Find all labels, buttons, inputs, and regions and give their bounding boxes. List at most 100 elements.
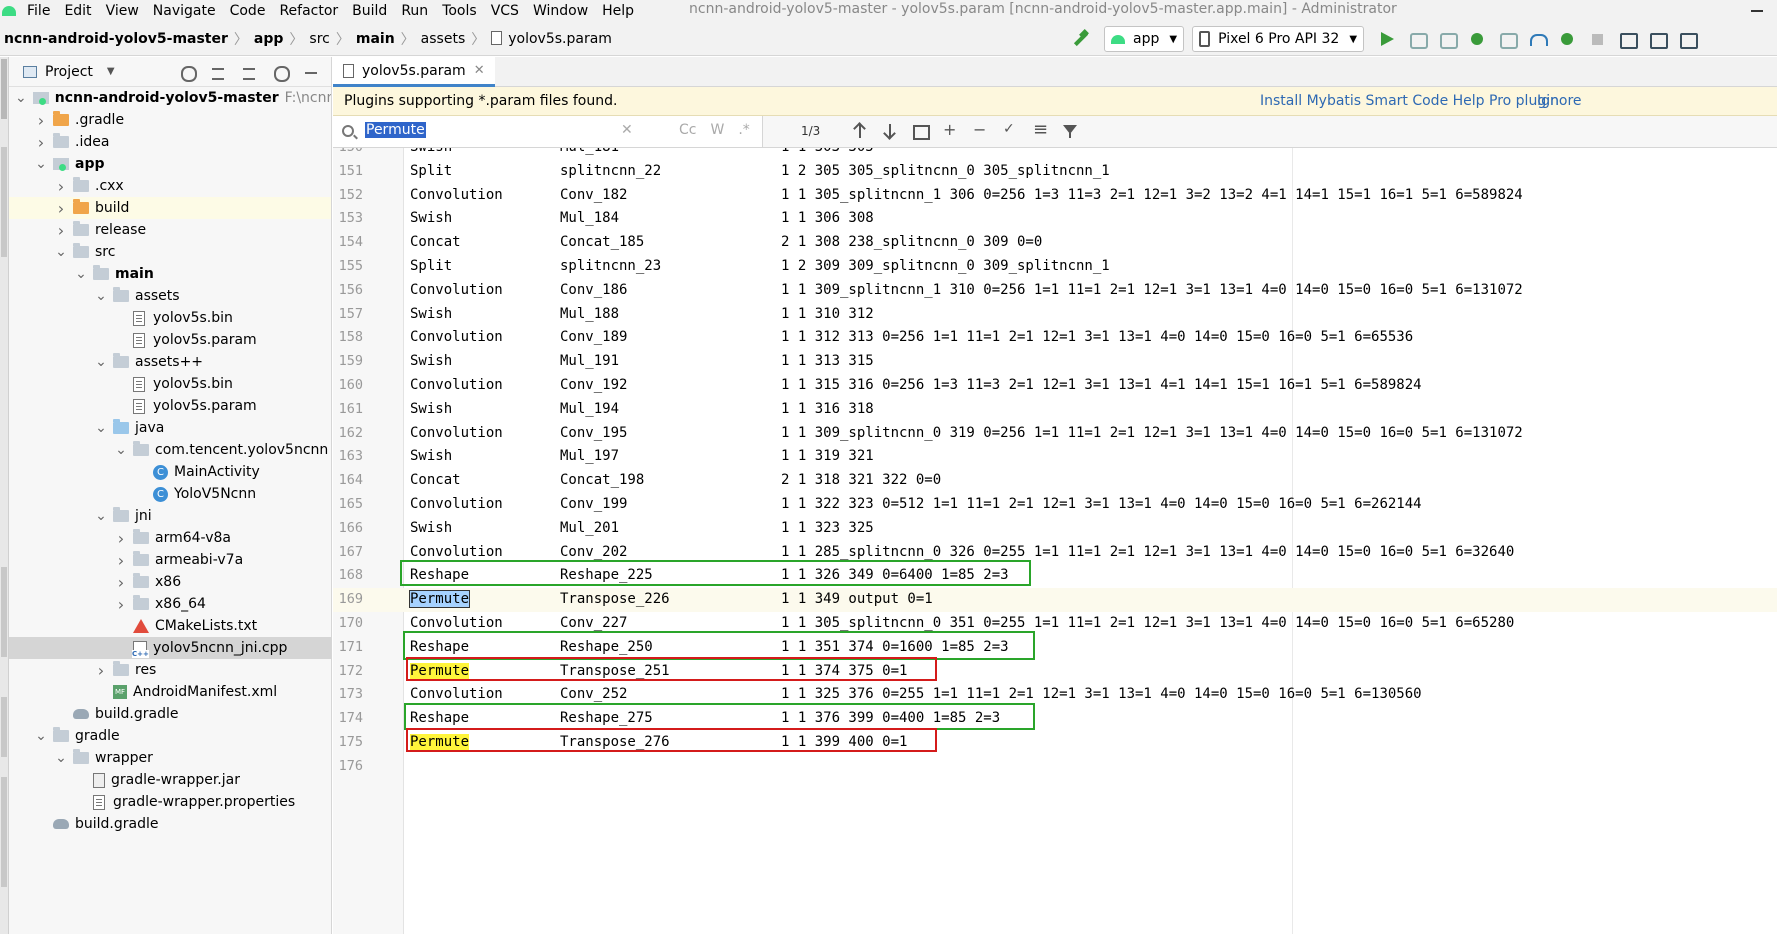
chevron-down-icon[interactable]: ⌄ [95, 509, 107, 523]
chevron-down-icon[interactable]: ⌄ [95, 289, 107, 303]
code-line[interactable]: 165 Convolution Conv_199 1 1 322 323 0=512 … [333, 493, 1777, 517]
tree-item[interactable]: yolov5s.bin [9, 373, 331, 395]
code-area[interactable]: 150 Swish Mul_181 1 1 303 305 151 Split splitn… [333, 148, 1777, 934]
tree-item[interactable]: ⌄ jni [9, 505, 331, 527]
whole-words-toggle[interactable]: W [710, 122, 724, 138]
stop-icon[interactable] [1588, 30, 1606, 48]
code-line[interactable]: 164 Concat Concat_198 2 1 318 321 322 0=0 [333, 469, 1777, 493]
build-variants-tool-tab[interactable] [1, 777, 7, 887]
tree-item[interactable]: CMakeLists.txt [9, 615, 331, 637]
tree-item[interactable]: yolov5s.bin [9, 307, 331, 329]
gear-icon[interactable] [272, 64, 290, 82]
hide-panel-icon[interactable] [303, 64, 319, 80]
tree-item[interactable]: yolov5s.param [9, 395, 331, 417]
minimize-icon[interactable] [1751, 10, 1763, 12]
tree-item[interactable]: ⌄ com.tencent.yolov5ncnn [9, 439, 331, 461]
code-line[interactable]: 158 Convolution Conv_189 1 1 312 313 0=256 … [333, 326, 1777, 350]
chevron-down-icon[interactable]: ⌄ [115, 443, 127, 457]
match-case-toggle[interactable]: Cc [679, 122, 696, 138]
menu-help[interactable]: Help [595, 3, 641, 19]
tree-item[interactable]: ⌄ assets++ [9, 351, 331, 373]
tree-item[interactable]: C YoloV5Ncnn [9, 483, 331, 505]
menu-view[interactable]: View [99, 3, 146, 19]
menu-code[interactable]: Code [223, 3, 273, 19]
code-line[interactable]: 161 Swish Mul_194 1 1 316 318 [333, 398, 1777, 422]
coverage-icon[interactable] [1498, 30, 1519, 49]
close-icon[interactable]: ✕ [474, 63, 485, 78]
previous-occurrence-icon[interactable] [851, 122, 869, 140]
tree-item[interactable]: › arm64-v8a [9, 527, 331, 549]
menu-navigate[interactable]: Navigate [146, 3, 223, 19]
next-occurrence-icon[interactable] [881, 122, 899, 140]
profiler-icon[interactable] [1528, 30, 1549, 48]
chevron-right-icon[interactable]: › [55, 177, 67, 196]
chevron-right-icon[interactable]: › [95, 661, 107, 680]
tree-item[interactable]: ⌄ assets [9, 285, 331, 307]
code-line[interactable]: 150 Swish Mul_181 1 1 303 305 [333, 148, 1777, 160]
tree-item[interactable]: yolov5ncnn_jni.cpp [9, 637, 331, 659]
open-in-window-icon[interactable] [1031, 119, 1049, 140]
filter-search-results-icon[interactable] [911, 122, 930, 140]
locate-file-icon[interactable] [179, 64, 197, 82]
clear-icon[interactable]: ✕ [621, 122, 633, 138]
tree-item[interactable]: ⌄ app [9, 153, 331, 175]
chevron-down-icon[interactable]: ⌄ [95, 421, 107, 435]
favorites-tool-tab[interactable] [1, 697, 7, 757]
chevron-right-icon[interactable]: › [35, 111, 47, 130]
regex-toggle[interactable]: .* [738, 122, 749, 138]
code-line[interactable]: 166 Swish Mul_201 1 1 323 325 [333, 517, 1777, 541]
chevron-down-icon[interactable]: ⌄ [95, 355, 107, 369]
ignore-plugin-link[interactable]: Ignore [1537, 93, 1582, 109]
tab-yolov5s-param[interactable]: yolov5s.param ✕ [333, 57, 495, 87]
menu-file[interactable]: File [20, 3, 57, 19]
chevron-down-icon[interactable]: ⌄ [55, 751, 67, 765]
tree-item[interactable]: › .cxx [9, 175, 331, 197]
tree-item[interactable]: ⌄ ncnn-android-yolov5-master F:\ncnn-andro… [9, 87, 331, 109]
tree-item[interactable]: ⌄ main [9, 263, 331, 285]
apply-changes-icon[interactable] [1438, 30, 1459, 49]
menu-edit[interactable]: Edit [57, 3, 98, 19]
build-hammer-icon[interactable] [1070, 29, 1090, 49]
tree-item[interactable]: ⌄ wrapper [9, 747, 331, 769]
select-all-occurrences-icon[interactable] [1001, 121, 1019, 140]
code-line[interactable]: 153 Swish Mul_184 1 1 306 308 [333, 207, 1777, 231]
chevron-right-icon[interactable]: › [115, 595, 127, 614]
resource-manager-tool-tab[interactable] [1, 147, 7, 257]
chevron-right-icon[interactable]: › [55, 199, 67, 218]
breadcrumb-main[interactable]: main [352, 31, 399, 47]
code-line[interactable]: 156 Convolution Conv_186 1 1 309_splitncnn_… [333, 279, 1777, 303]
project-tool-tab[interactable] [1, 59, 7, 119]
tree-item[interactable]: gradle-wrapper.properties [9, 791, 331, 813]
run-config-selector[interactable]: app ▼ [1104, 26, 1185, 52]
tree-item[interactable]: › armeabi-v7a [9, 549, 331, 571]
add-selection-icon[interactable] [941, 120, 959, 140]
code-line[interactable]: 160 Convolution Conv_192 1 1 315 316 0=256 … [333, 374, 1777, 398]
sdk-manager-icon[interactable] [1678, 30, 1699, 49]
search-input[interactable]: Permute ✕ Cc W .* [333, 116, 763, 147]
run-icon[interactable] [1378, 30, 1396, 48]
chevron-right-icon[interactable]: › [55, 221, 67, 240]
menu-run[interactable]: Run [394, 3, 435, 19]
tree-item[interactable]: build.gradle [9, 703, 331, 725]
tree-item[interactable]: C MainActivity [9, 461, 331, 483]
breadcrumb-src[interactable]: src [305, 31, 333, 47]
code-line[interactable]: 159 Swish Mul_191 1 1 313 315 [333, 350, 1777, 374]
chevron-right-icon[interactable]: › [35, 133, 47, 152]
menu-vcs[interactable]: VCS [484, 3, 526, 19]
gradle-sync-icon[interactable] [1618, 30, 1639, 49]
code-line[interactable]: 169 Permute Transpose_226 1 1 349 output 0=… [333, 588, 1777, 612]
debug-icon[interactable] [1468, 30, 1486, 48]
filter-icon[interactable] [1061, 122, 1079, 140]
tree-item[interactable]: yolov5s.param [9, 329, 331, 351]
tree-item[interactable]: gradle-wrapper.jar [9, 769, 331, 791]
code-line[interactable]: 157 Swish Mul_188 1 1 310 312 [333, 303, 1777, 327]
rerun-icon[interactable] [1408, 30, 1429, 49]
chevron-right-icon[interactable]: › [115, 573, 127, 592]
tree-item[interactable]: › .idea [9, 131, 331, 153]
chevron-down-icon[interactable]: ⌄ [35, 729, 47, 743]
remove-selection-icon[interactable] [971, 120, 989, 140]
project-view-selector[interactable]: Project ▼ [23, 64, 115, 80]
breadcrumb-assets[interactable]: assets [417, 31, 470, 47]
tree-item[interactable]: › x86_64 [9, 593, 331, 615]
code-line[interactable]: 152 Convolution Conv_182 1 1 305_splitncnn_… [333, 184, 1777, 208]
